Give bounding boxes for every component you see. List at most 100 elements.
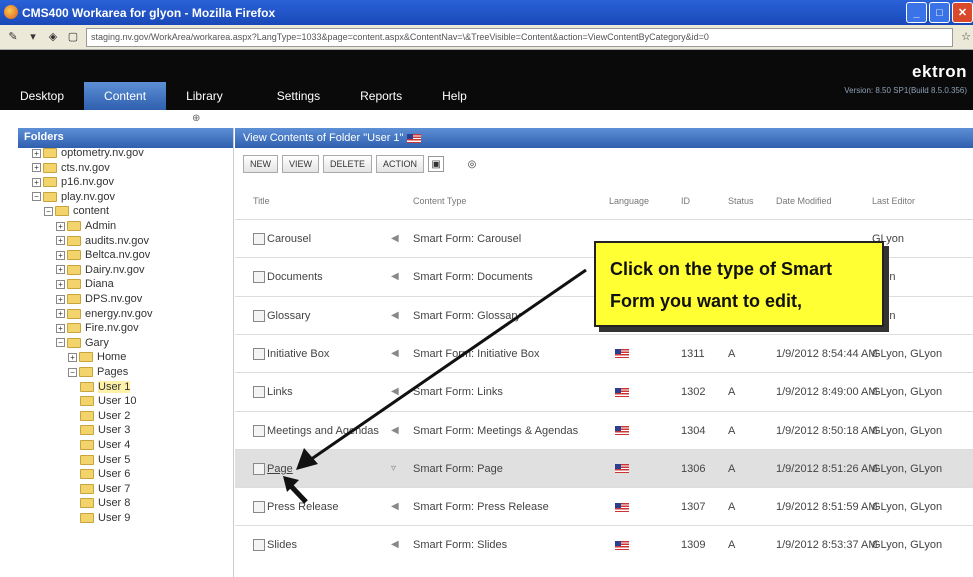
- row-title[interactable]: Meetings and Agendas: [253, 425, 379, 437]
- tab-desktop[interactable]: Desktop: [0, 82, 84, 110]
- minimize-icon[interactable]: _: [906, 2, 927, 23]
- row-menu-arrow-icon[interactable]: ◀: [391, 425, 399, 436]
- tab-help[interactable]: Help: [422, 82, 487, 110]
- expand-icon[interactable]: +: [32, 163, 41, 173]
- tree-node[interactable]: User 6: [80, 467, 130, 481]
- row-title-text[interactable]: Page: [267, 463, 293, 475]
- expand-icon[interactable]: +: [68, 352, 77, 362]
- expand-icon[interactable]: +: [56, 221, 65, 231]
- collapse-icon[interactable]: −: [44, 206, 53, 216]
- tree-node[interactable]: + DPS.nv.gov: [56, 292, 142, 306]
- tree-node[interactable]: + energy.nv.gov: [56, 307, 152, 321]
- row-title-text[interactable]: Press Release: [267, 501, 339, 513]
- tree-node[interactable]: User 4: [80, 438, 130, 452]
- column-header[interactable]: Content Type: [413, 196, 466, 206]
- tree-node[interactable]: + Home: [68, 350, 126, 364]
- collapse-icon[interactable]: −: [56, 338, 65, 348]
- row-menu-arrow-icon[interactable]: ◀: [391, 386, 399, 397]
- maximize-icon[interactable]: □: [929, 2, 950, 23]
- row-menu-arrow-icon[interactable]: ◀: [391, 348, 399, 359]
- column-header[interactable]: ID: [681, 196, 690, 206]
- row-title[interactable]: Glossary: [253, 310, 310, 322]
- tree-node[interactable]: − Gary: [56, 336, 109, 350]
- tree-node[interactable]: + cts.nv.gov: [32, 161, 110, 175]
- column-header[interactable]: Title: [253, 196, 270, 206]
- tree-node[interactable]: User 1: [80, 380, 131, 394]
- help-icon[interactable]: ◎: [464, 156, 481, 172]
- expand-icon[interactable]: +: [56, 265, 65, 275]
- tree-node[interactable]: + Beltca.nv.gov: [56, 248, 150, 262]
- tree-node[interactable]: User 9: [80, 511, 130, 525]
- collapse-icon[interactable]: −: [68, 367, 77, 377]
- tree-node[interactable]: + Diana: [56, 277, 114, 291]
- row-title[interactable]: Documents: [253, 271, 323, 284]
- row-title-text[interactable]: Initiative Box: [267, 348, 329, 360]
- action-button[interactable]: ACTION: [376, 155, 425, 173]
- column-header[interactable]: Status: [728, 196, 754, 206]
- tree-node[interactable]: User 3: [80, 423, 130, 437]
- tree-node[interactable]: User 7: [80, 482, 130, 496]
- table-row[interactable]: Links ◀ Smart Form: Links 1302 A 1/9/2012 8:4…: [235, 372, 973, 410]
- collapse-icon[interactable]: −: [32, 192, 41, 202]
- column-header[interactable]: Language: [609, 196, 649, 206]
- row-menu-arrow-icon[interactable]: ◀: [391, 233, 399, 244]
- tree-node[interactable]: + audits.nv.gov: [56, 234, 149, 248]
- row-title[interactable]: Page: [253, 463, 293, 475]
- tree-node[interactable]: + optometry.nv.gov: [32, 146, 144, 160]
- tree-node[interactable]: + p16.nv.gov: [32, 175, 114, 189]
- row-title-text[interactable]: Meetings and Agendas: [267, 425, 379, 437]
- row-menu-arrow-icon[interactable]: ◀: [391, 539, 399, 550]
- row-title[interactable]: Slides: [253, 539, 297, 552]
- row-menu-arrow-icon[interactable]: ▿: [391, 463, 396, 474]
- tree-node[interactable]: − content: [44, 204, 109, 218]
- dropdown-icon[interactable]: ▾: [26, 30, 40, 44]
- table-row[interactable]: Page ▿ Smart Form: Page 1306 A 1/9/2012 8:51:…: [235, 448, 973, 487]
- url-field[interactable]: staging.nv.gov/WorkArea/workarea.aspx?La…: [86, 27, 953, 47]
- bookmark-star-icon[interactable]: ☆: [959, 30, 973, 44]
- expand-icon[interactable]: +: [32, 148, 41, 158]
- row-title-text[interactable]: Documents: [267, 271, 323, 283]
- expand-icon[interactable]: +: [32, 177, 41, 187]
- table-row[interactable]: Press Release ◀ Smart Form: Press Release 1…: [235, 487, 973, 525]
- row-title-text[interactable]: Glossary: [267, 310, 310, 322]
- tree-node[interactable]: − play.nv.gov: [32, 190, 115, 204]
- tree-node[interactable]: User 10: [80, 394, 137, 408]
- column-header[interactable]: Last Editor: [872, 196, 915, 206]
- tree-node[interactable]: User 2: [80, 409, 130, 423]
- tab-content[interactable]: Content: [84, 82, 167, 110]
- table-row[interactable]: Slides ◀ Smart Form: Slides 1309 A 1/9/2012 8…: [235, 525, 973, 563]
- row-title-text[interactable]: Slides: [267, 539, 297, 551]
- close-icon[interactable]: ✕: [952, 2, 973, 23]
- column-header[interactable]: Date Modified: [776, 196, 832, 206]
- row-menu-arrow-icon[interactable]: ◀: [391, 271, 399, 282]
- pencil-icon[interactable]: ✎: [6, 30, 20, 44]
- expand-icon[interactable]: +: [56, 279, 65, 289]
- row-title[interactable]: Press Release: [253, 501, 339, 514]
- row-menu-arrow-icon[interactable]: ◀: [391, 501, 399, 512]
- expand-icon[interactable]: +: [56, 294, 65, 304]
- row-title-text[interactable]: Carousel: [267, 233, 311, 245]
- row-title[interactable]: Initiative Box: [253, 348, 329, 360]
- tree-node[interactable]: User 5: [80, 453, 130, 467]
- preview-icon[interactable]: ▣: [428, 156, 445, 172]
- tree-node[interactable]: + Fire.nv.gov: [56, 321, 139, 335]
- table-row[interactable]: Meetings and Agendas ◀ Smart Form: Meeting…: [235, 410, 973, 449]
- tree-node[interactable]: + Dairy.nv.gov: [56, 263, 145, 277]
- row-menu-arrow-icon[interactable]: ◀: [391, 310, 399, 321]
- view-button[interactable]: VIEW: [282, 155, 320, 173]
- tab-reports[interactable]: Reports: [340, 82, 422, 110]
- expand-icon[interactable]: +: [56, 250, 65, 260]
- tree-node[interactable]: User 8: [80, 496, 130, 510]
- expand-icon[interactable]: +: [56, 323, 65, 333]
- help-icon[interactable]: ⊕: [192, 113, 200, 124]
- delete-button[interactable]: DELETE: [323, 155, 373, 173]
- tree-node[interactable]: + Admin: [56, 219, 116, 233]
- row-title[interactable]: Carousel: [253, 233, 311, 246]
- tab-library[interactable]: Library: [166, 82, 243, 110]
- table-row[interactable]: Initiative Box ◀ Smart Form: Initiative Bo…: [235, 333, 973, 372]
- tab-settings[interactable]: Settings: [257, 82, 340, 110]
- row-title[interactable]: Links: [253, 386, 293, 399]
- expand-icon[interactable]: +: [56, 309, 65, 319]
- row-title-text[interactable]: Links: [267, 386, 293, 398]
- new-button[interactable]: NEW: [243, 155, 278, 173]
